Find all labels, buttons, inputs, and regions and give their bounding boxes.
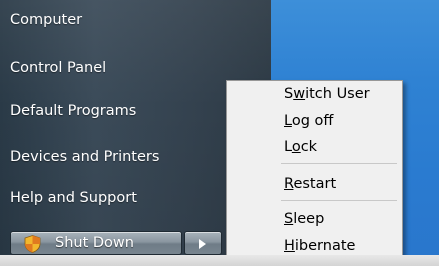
label-part: S bbox=[284, 86, 294, 102]
access-key: S bbox=[284, 211, 294, 227]
submenu-item-log-off[interactable]: Log off bbox=[284, 110, 399, 132]
menu-item-computer[interactable]: Computer bbox=[10, 5, 230, 35]
label-part: ck bbox=[300, 139, 318, 155]
menu-item-help-and-support[interactable]: Help and Support bbox=[10, 183, 230, 213]
label-part: leep bbox=[293, 211, 325, 227]
submenu-item-switch-user[interactable]: Switch User bbox=[284, 83, 399, 105]
window-bottom-edge bbox=[0, 255, 439, 266]
menu-separator bbox=[281, 163, 397, 164]
submenu-item-restart[interactable]: Restart bbox=[284, 173, 399, 195]
label-part: ibernate bbox=[294, 238, 356, 254]
power-options-menu: Switch User Log off Lock Restart Sleep H… bbox=[226, 80, 403, 261]
menu-item-devices-and-printers[interactable]: Devices and Printers bbox=[10, 142, 230, 172]
access-key: w bbox=[293, 86, 306, 102]
menu-separator bbox=[281, 200, 397, 201]
submenu-item-hibernate[interactable]: Hibernate bbox=[284, 235, 399, 257]
menu-item-control-panel[interactable]: Control Panel bbox=[10, 53, 230, 83]
label-part: itch User bbox=[305, 86, 370, 102]
shutdown-button[interactable]: Shut Down bbox=[10, 231, 182, 255]
shutdown-options-button[interactable] bbox=[184, 231, 222, 255]
access-key: H bbox=[284, 238, 295, 254]
shutdown-label: Shut Down bbox=[55, 235, 134, 251]
label-part: og off bbox=[291, 113, 334, 129]
access-key: o bbox=[291, 139, 301, 155]
security-shield-icon bbox=[24, 235, 41, 253]
submenu-item-lock[interactable]: Lock bbox=[284, 136, 399, 158]
play-arrow-icon bbox=[199, 239, 206, 249]
submenu-item-sleep[interactable]: Sleep bbox=[284, 208, 399, 230]
label-part: L bbox=[284, 139, 292, 155]
label-part: estart bbox=[293, 176, 337, 192]
access-key: L bbox=[284, 113, 292, 129]
menu-item-default-programs[interactable]: Default Programs bbox=[10, 96, 230, 126]
